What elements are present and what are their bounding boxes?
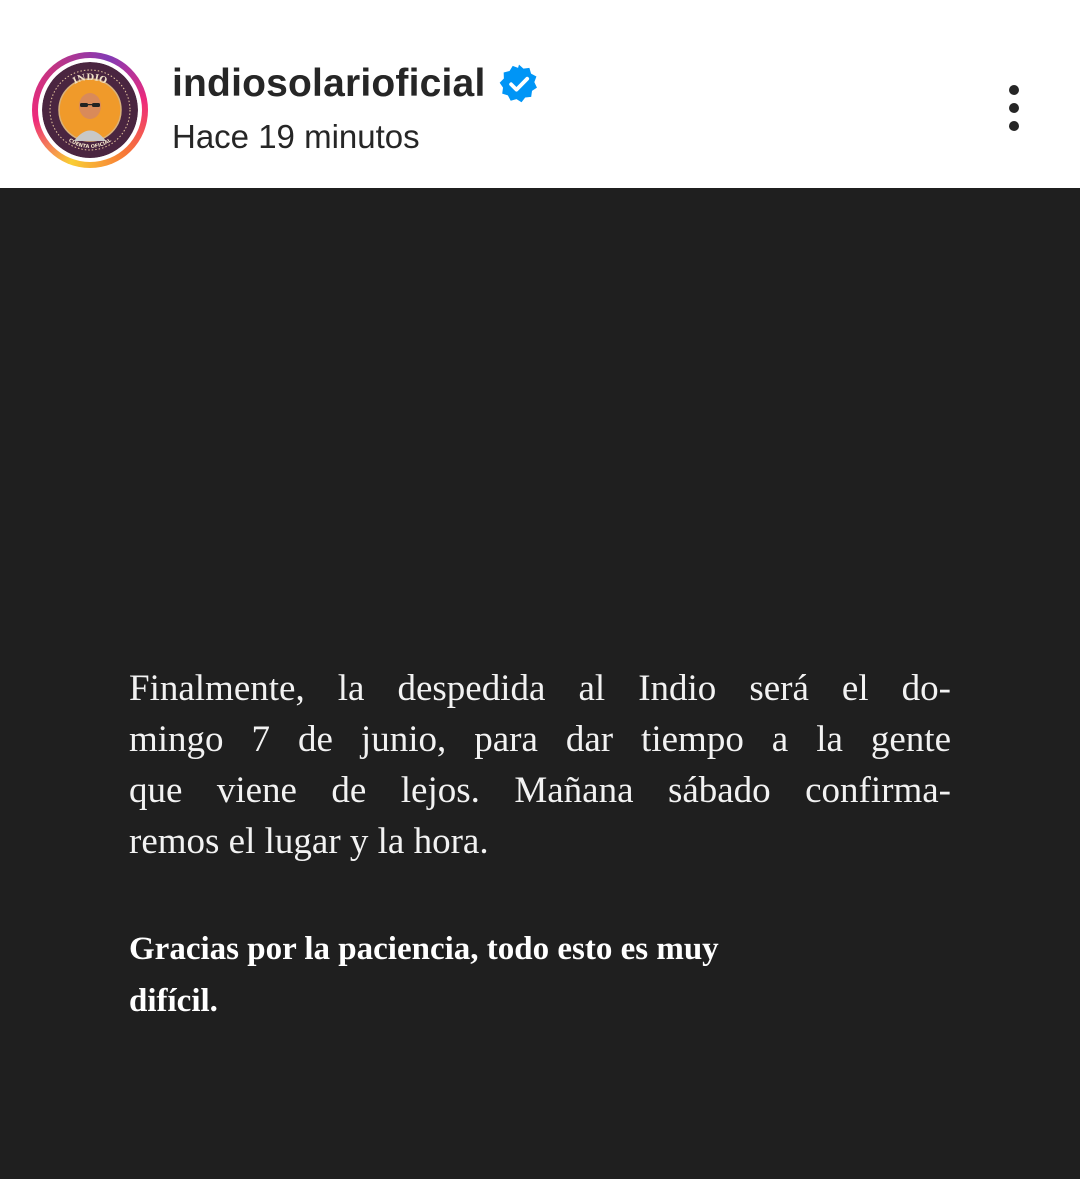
post-timestamp: Hace 19 minutos: [172, 118, 420, 155]
post-paragraph-line: Finalmente, la despedida al Indio será e…: [129, 668, 951, 709]
verified-badge-icon: [499, 64, 537, 103]
post-paragraph-line: mingo 7 de junio, para dar tiempo a la g…: [129, 719, 951, 760]
more-options-button[interactable]: [990, 78, 1038, 142]
username-row: indiosolarioficial: [172, 58, 540, 110]
story-ring[interactable]: INDIO CUENTA OFICIAL: [32, 52, 148, 168]
post-closing-line: Gracias por la paciencia, todo esto es m…: [129, 931, 719, 967]
post-closing-text: Gracias por la paciencia, todo esto es m…: [129, 923, 951, 1027]
post-image[interactable]: Finalmente, la despedida al Indio será e…: [0, 188, 1080, 1179]
avatar[interactable]: INDIO CUENTA OFICIAL: [42, 62, 138, 158]
post-paragraph: Finalmente, la despedida al Indio será e…: [129, 663, 951, 867]
post-paragraph-line: remos el lugar y la hora.: [129, 821, 489, 862]
post-header: INDIO CUENTA OFICIAL indiosolarioficial …: [0, 0, 1080, 188]
instagram-post-view: INDIO CUENTA OFICIAL indiosolarioficial …: [0, 0, 1080, 1179]
username-link[interactable]: indiosolarioficial: [172, 62, 486, 106]
post-closing-line: difícil.: [129, 983, 218, 1019]
more-options-icon: [1009, 85, 1019, 131]
post-paragraph-line: que viene de lejos. Mañana sábado confir…: [129, 770, 951, 811]
avatar-image: INDIO CUENTA OFICIAL: [42, 62, 138, 158]
